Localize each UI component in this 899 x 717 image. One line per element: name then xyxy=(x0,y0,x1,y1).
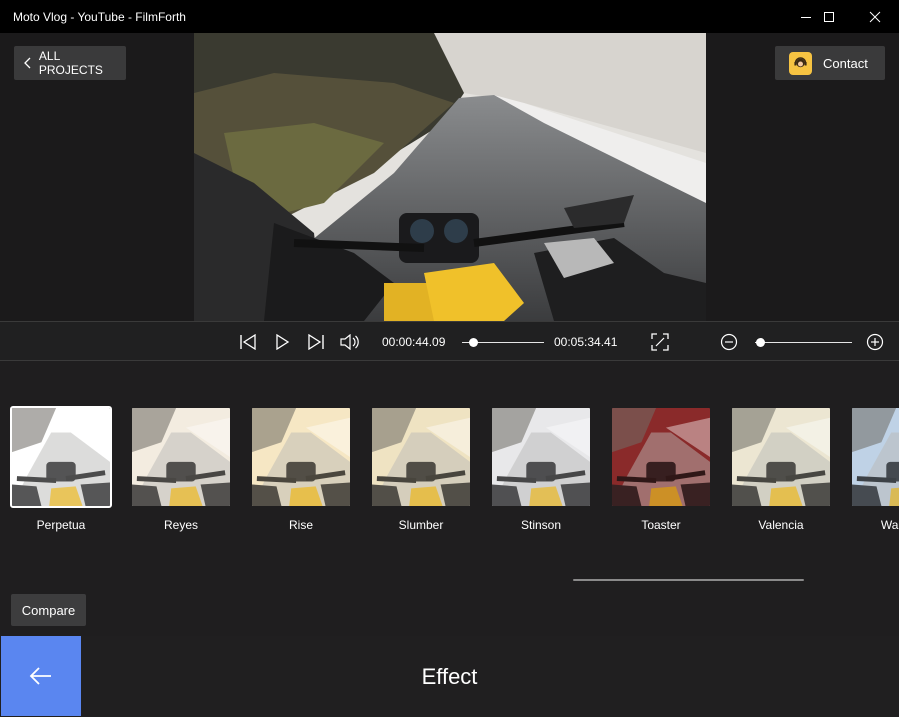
filter-label: Reyes xyxy=(163,518,198,532)
close-icon xyxy=(869,11,881,22)
filter-thumbnail xyxy=(10,406,112,508)
maximize-icon xyxy=(824,11,834,22)
filter-item-valencia[interactable]: Valencia xyxy=(729,406,833,532)
current-time: 00:00:44.09 xyxy=(382,335,446,349)
play-button[interactable] xyxy=(272,332,292,352)
filter-thumbnail xyxy=(130,406,232,508)
video-preview[interactable] xyxy=(194,33,706,321)
compare-label: Compare xyxy=(21,602,76,618)
filter-item-walden[interactable]: Walden xyxy=(849,406,899,532)
zoom-in-button[interactable] xyxy=(865,332,885,352)
chevron-left-icon xyxy=(24,57,31,69)
contact-label: Contact xyxy=(823,55,868,71)
maximize-button[interactable] xyxy=(806,0,852,33)
fullscreen-icon xyxy=(651,333,669,351)
zoom-out-button[interactable] xyxy=(719,332,739,352)
fullscreen-button[interactable] xyxy=(650,332,670,352)
total-time: 00:05:34.41 xyxy=(554,335,618,349)
contact-button[interactable]: Contact xyxy=(775,46,885,80)
player-controls: 00:00:44.09 00:05:34.41 xyxy=(0,321,899,361)
all-projects-button[interactable]: ALL PROJECTS xyxy=(14,46,126,80)
filter-label: Valencia xyxy=(758,518,804,532)
title-bar: Moto Vlog - YouTube - FilmForth xyxy=(0,0,899,33)
filter-thumbnail xyxy=(250,406,352,508)
filter-label: Slumber xyxy=(398,518,444,532)
filter-item-rise[interactable]: Rise xyxy=(249,406,353,532)
volume-icon xyxy=(340,334,359,350)
zoom-track[interactable] xyxy=(755,342,852,343)
filter-strip: Perpetua Reyes Rise Slumber Stinson Toaster Va… xyxy=(0,406,899,536)
progress-thumb[interactable] xyxy=(468,338,478,347)
filter-label: Perpetua xyxy=(36,518,86,532)
contact-avatar-icon xyxy=(789,51,812,75)
compare-button[interactable]: Compare xyxy=(11,594,86,626)
filter-label: Toaster xyxy=(641,518,681,532)
zoom-thumb[interactable] xyxy=(755,338,765,347)
filter-label: Rise xyxy=(288,518,313,532)
filter-thumbnail xyxy=(850,406,899,508)
skip-end-button[interactable] xyxy=(306,332,326,352)
app-window: Moto Vlog - YouTube - FilmForth ALL PROJ… xyxy=(0,0,899,717)
skip-end-icon xyxy=(308,334,324,350)
filter-label: Stinson xyxy=(520,518,562,532)
panel-title: Effect xyxy=(421,664,478,689)
volume-button[interactable] xyxy=(340,332,360,352)
filter-item-reyes[interactable]: Reyes xyxy=(129,406,233,532)
filter-label: Walden xyxy=(880,518,899,532)
all-projects-label: ALL PROJECTS xyxy=(38,49,103,77)
filter-item-slumber[interactable]: Slumber xyxy=(369,406,473,532)
filter-item-perpetua[interactable]: Perpetua xyxy=(9,406,113,532)
window-title: Moto Vlog - YouTube - FilmForth xyxy=(13,10,186,24)
skip-start-button[interactable] xyxy=(238,332,258,352)
zoom-out-icon xyxy=(720,333,738,351)
filter-thumbnail xyxy=(370,406,472,508)
zoom-in-icon xyxy=(866,333,884,351)
filter-thumbnail xyxy=(490,406,592,508)
filter-item-stinson[interactable]: Stinson xyxy=(489,406,593,532)
video-frame xyxy=(194,33,706,321)
horizontal-scrollbar[interactable] xyxy=(573,579,804,581)
close-button[interactable] xyxy=(852,0,898,33)
filter-thumbnail xyxy=(610,406,712,508)
skip-start-icon xyxy=(240,334,256,350)
filter-thumbnail xyxy=(730,406,832,508)
filter-item-toaster[interactable]: Toaster xyxy=(609,406,713,532)
support-agent-icon xyxy=(794,56,807,67)
play-icon xyxy=(276,334,290,350)
